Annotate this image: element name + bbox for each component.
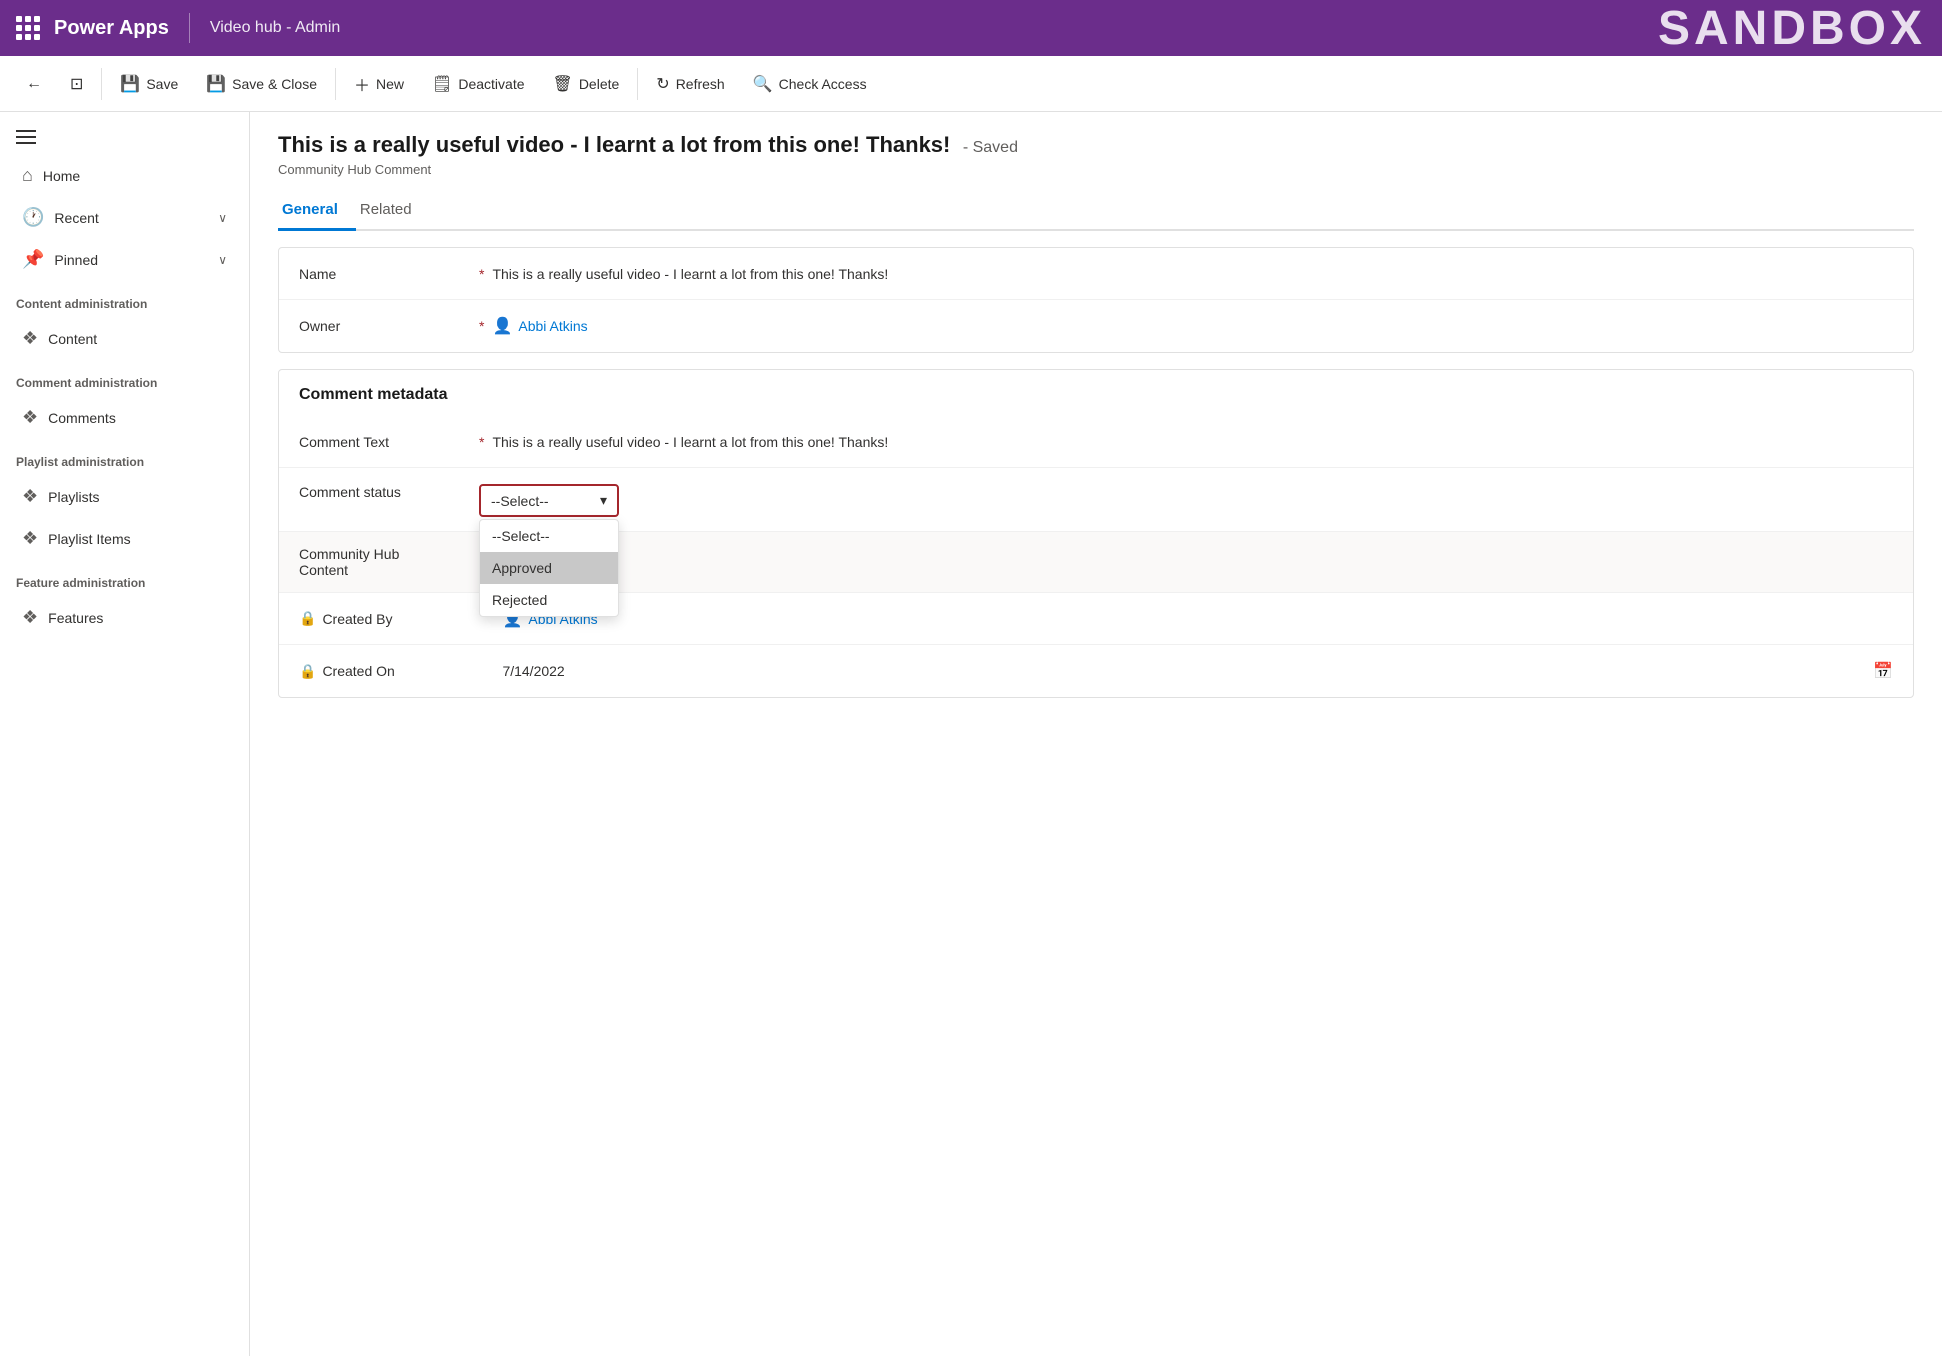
comment-text-required: *	[479, 434, 484, 450]
name-label: Name	[299, 266, 479, 282]
home-icon: ⌂	[22, 165, 33, 186]
created-by-label: Created By	[322, 611, 502, 627]
dropdown-chevron-icon: ▾	[600, 492, 607, 509]
refresh-icon: ↻	[656, 74, 669, 94]
pinned-chevron: ∨	[218, 253, 227, 267]
back-button[interactable]: ←	[12, 67, 56, 101]
playlist-items-icon: ❖	[22, 528, 38, 549]
sidebar-item-playlists[interactable]: ❖ Playlists	[6, 476, 243, 517]
page-header: This is a really useful video - I learnt…	[250, 112, 1942, 231]
section-title: Comment metadata	[279, 370, 1913, 416]
check-access-button[interactable]: 🔍 Check Access	[739, 66, 881, 102]
page-subtitle: Community Hub Comment	[278, 162, 1914, 177]
owner-row: Owner * 👤 Abbi Atkins	[279, 300, 1913, 352]
created-on-row: 🔒 Created On 7/14/2022 📅	[279, 645, 1913, 697]
dropdown-selected-value: --Select--	[491, 493, 549, 509]
name-required: *	[479, 266, 484, 282]
save-button[interactable]: 💾 Save	[106, 66, 192, 102]
recent-icon: 🕐	[22, 207, 44, 228]
sidebar-item-pinned[interactable]: 📌 Pinned ∨	[6, 239, 243, 280]
tab-related[interactable]: Related	[356, 191, 430, 231]
created-on-lock-icon: 🔒	[299, 663, 316, 680]
name-value: This is a really useful video - I learnt…	[492, 266, 1893, 282]
owner-label: Owner	[299, 318, 479, 334]
sidebar-item-recent[interactable]: 🕐 Recent ∨	[6, 197, 243, 238]
dropdown-option-approved[interactable]: Approved	[480, 552, 618, 584]
dropdown-option-select[interactable]: --Select--	[480, 520, 618, 552]
content-admin-section-title: Content administration	[0, 281, 249, 317]
top-nav-left: Power Apps Video hub - Admin	[16, 13, 340, 43]
tabs: General Related	[278, 191, 1914, 231]
name-row: Name * This is a really useful video - I…	[279, 248, 1913, 300]
check-access-icon: 🔍	[753, 74, 773, 94]
owner-user-icon: 👤	[492, 316, 512, 336]
new-icon: ＋	[354, 72, 370, 96]
basic-form-section: Name * This is a really useful video - I…	[278, 247, 1914, 353]
nav-divider	[189, 13, 190, 43]
dropdown-menu: --Select-- Approved Rejected	[479, 519, 619, 617]
external-icon: ⊡	[70, 74, 83, 94]
page-title-row: This is a really useful video - I learnt…	[278, 132, 1914, 158]
created-by-lock-icon: 🔒	[299, 610, 316, 627]
toolbar: ← ⊡ 💾 Save 💾 Save & Close ＋ New 🗒 Deacti…	[0, 56, 1942, 112]
comment-metadata-section: Comment metadata Comment Text * This is …	[278, 369, 1914, 698]
comments-icon: ❖	[22, 407, 38, 428]
delete-icon: 🗑	[553, 74, 573, 94]
top-nav: Power Apps Video hub - Admin SANDBOX	[0, 0, 1942, 56]
dropdown-option-rejected[interactable]: Rejected	[480, 584, 618, 616]
playlists-icon: ❖	[22, 486, 38, 507]
toolbar-divider-2	[335, 68, 336, 100]
sidebar: ⌂ Home 🕐 Recent ∨ 📌 Pinned ∨ Content adm…	[0, 112, 250, 1356]
refresh-button[interactable]: ↻ Refresh	[642, 66, 738, 102]
sidebar-item-comments[interactable]: ❖ Comments	[6, 397, 243, 438]
hamburger-icon	[16, 130, 36, 144]
comment-text-label: Comment Text	[299, 434, 479, 450]
page-saved-label: - Saved	[963, 139, 1018, 156]
content-icon: ❖	[22, 328, 38, 349]
app-title: Power Apps	[54, 17, 169, 40]
waffle-icon[interactable]	[16, 16, 40, 40]
features-icon: ❖	[22, 607, 38, 628]
sidebar-item-features[interactable]: ❖ Features	[6, 597, 243, 638]
deactivate-button[interactable]: 🗒 Deactivate	[418, 66, 538, 102]
save-close-button[interactable]: 💾 Save & Close	[192, 66, 331, 102]
save-close-icon: 💾	[206, 74, 226, 94]
calendar-icon[interactable]: 📅	[1873, 661, 1893, 681]
comment-admin-section-title: Comment administration	[0, 360, 249, 396]
created-on-label: Created On	[322, 663, 502, 679]
comment-text-row: Comment Text * This is a really useful v…	[279, 416, 1913, 468]
save-icon: 💾	[120, 74, 140, 94]
sidebar-item-playlist-items[interactable]: ❖ Playlist Items	[6, 518, 243, 559]
created-on-value: 7/14/2022	[502, 663, 1873, 679]
pinned-icon: 📌	[22, 249, 44, 270]
sidebar-item-content[interactable]: ❖ Content	[6, 318, 243, 359]
content-area: This is a really useful video - I learnt…	[250, 112, 1942, 1356]
recent-chevron: ∨	[218, 211, 227, 225]
playlist-admin-section-title: Playlist administration	[0, 439, 249, 475]
main-layout: ⌂ Home 🕐 Recent ∨ 📌 Pinned ∨ Content adm…	[0, 112, 1942, 1356]
sidebar-item-home[interactable]: ⌂ Home	[6, 155, 243, 196]
external-button[interactable]: ⊡	[56, 66, 97, 102]
comment-status-dropdown[interactable]: --Select-- ▾	[479, 484, 619, 517]
toolbar-divider-3	[637, 68, 638, 100]
back-icon: ←	[26, 75, 42, 93]
sandbox-label: SANDBOX	[1658, 1, 1926, 56]
delete-button[interactable]: 🗑 Delete	[539, 66, 634, 102]
new-button[interactable]: ＋ New	[340, 64, 418, 104]
owner-value-link[interactable]: 👤 Abbi Atkins	[492, 316, 587, 336]
comment-status-dropdown-wrapper: --Select-- ▾ --Select-- Approved Rejecte…	[479, 484, 619, 517]
toolbar-divider-1	[101, 68, 102, 100]
deactivate-icon: 🗒	[432, 74, 452, 94]
community-hub-label: Community Hub Content	[299, 546, 479, 578]
comment-status-label: Comment status	[299, 484, 479, 500]
feature-admin-section-title: Feature administration	[0, 560, 249, 596]
comment-status-row: Comment status --Select-- ▾ --Select-- A…	[279, 468, 1913, 532]
tab-general[interactable]: General	[278, 191, 356, 231]
page-title: This is a really useful video - I learnt…	[278, 132, 950, 157]
owner-required: *	[479, 318, 484, 334]
app-subtitle: Video hub - Admin	[210, 19, 340, 37]
comment-text-value: This is a really useful video - I learnt…	[492, 434, 1893, 450]
hamburger-button[interactable]	[0, 120, 249, 154]
